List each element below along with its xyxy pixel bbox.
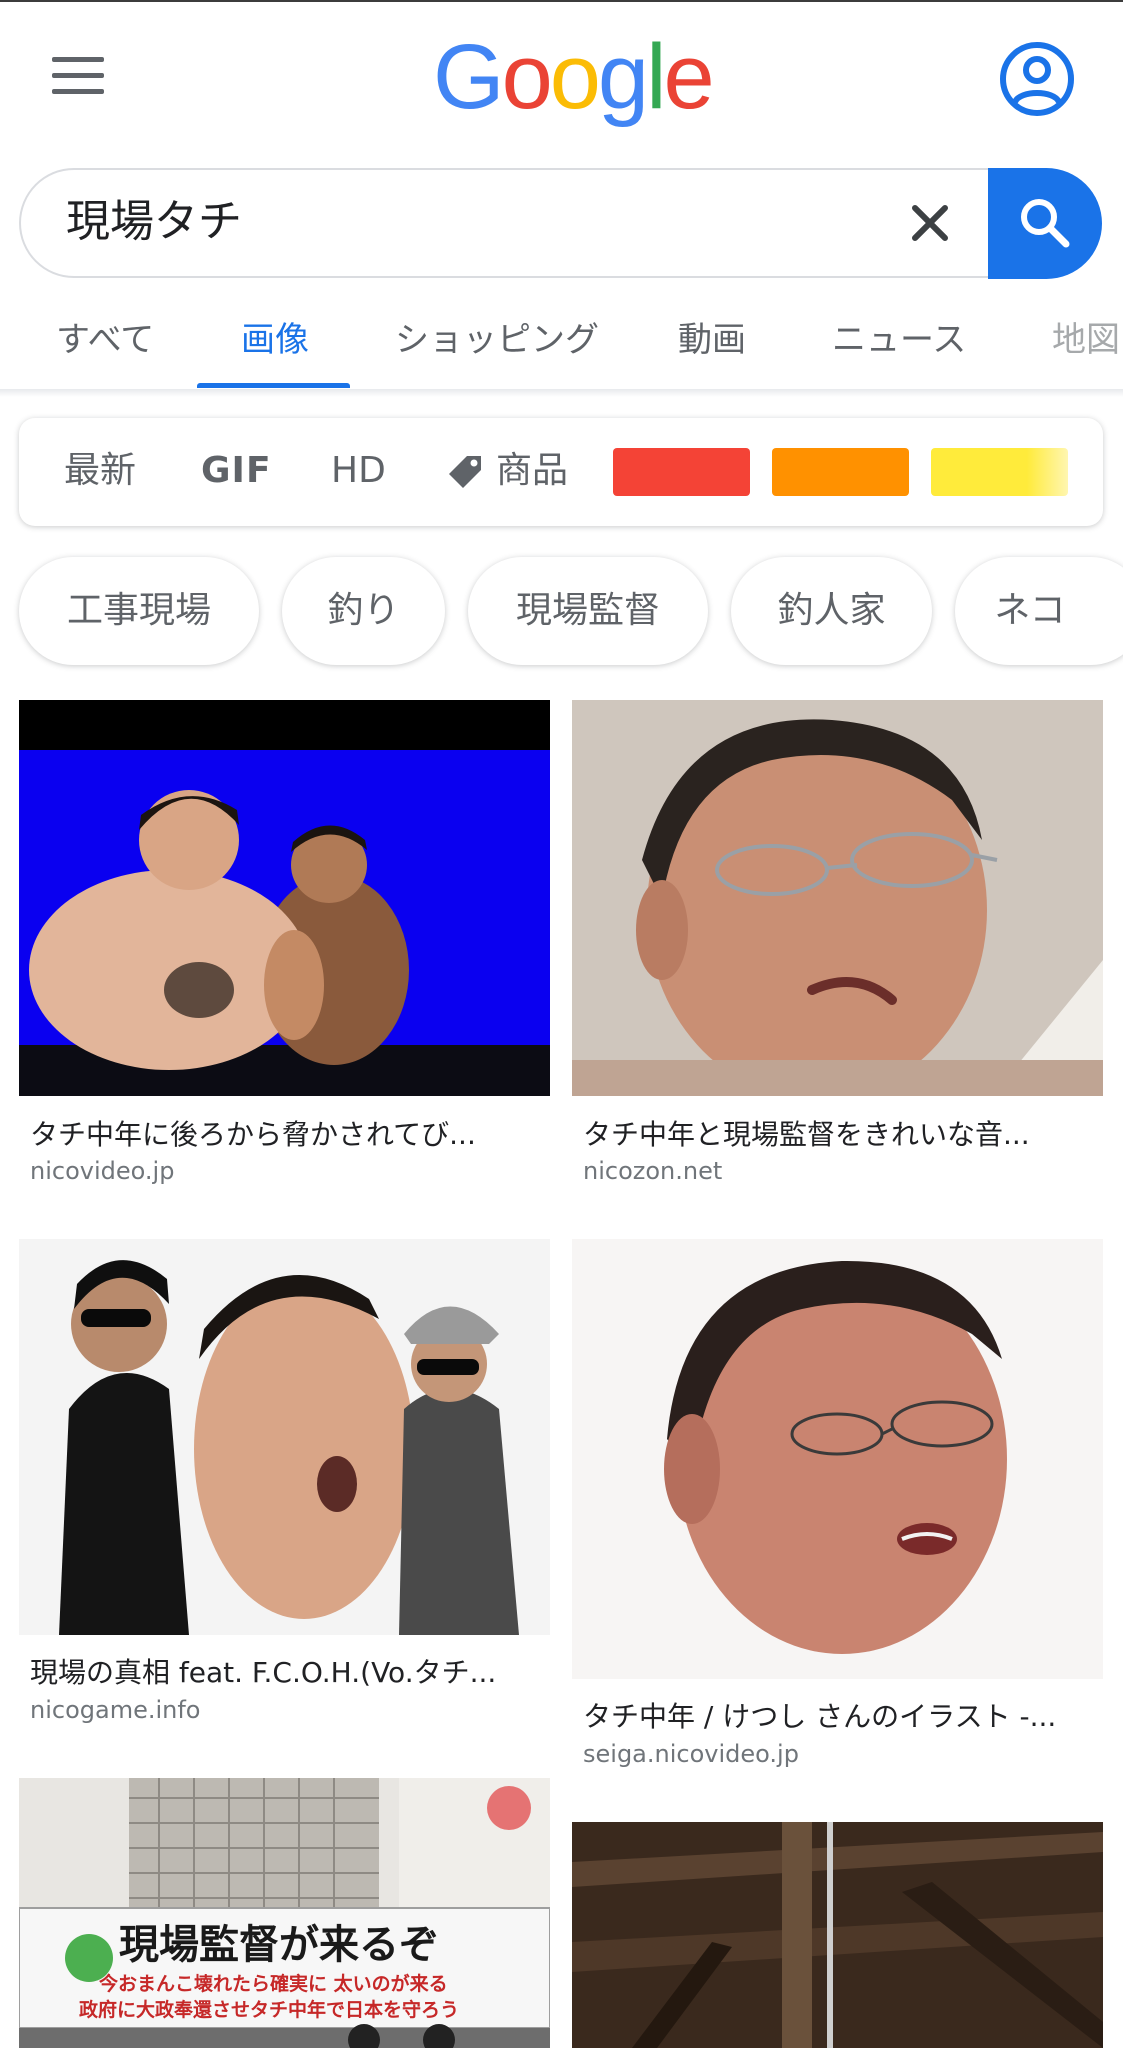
result-domain: nicovideo.jp (30, 1157, 175, 1185)
account-circle-icon[interactable] (998, 40, 1076, 118)
result-title[interactable]: 現場の真相 feat. F.C.O.H.(Vo.タチ... (30, 1651, 496, 1691)
tag-icon (449, 456, 481, 488)
close-icon[interactable] (905, 198, 955, 248)
tab-all[interactable]: すべて (56, 312, 154, 361)
result-title[interactable]: タチ中年 / けつし さんのイラスト -... (583, 1695, 1056, 1735)
result-thumbnail[interactable] (19, 700, 550, 1096)
google-logo[interactable]: Google (433, 22, 715, 132)
result-domain: seiga.nicovideo.jp (583, 1740, 799, 1768)
tab-news[interactable]: ニュース (832, 312, 966, 361)
result-image (572, 1822, 1103, 2048)
color-swatch-red[interactable] (613, 448, 750, 496)
result-title[interactable]: タチ中年に後ろから脅かされてび... (30, 1113, 476, 1153)
result-thumbnail[interactable] (572, 1239, 1103, 1679)
filter-recent[interactable]: 最新 (64, 448, 136, 494)
tab-maps[interactable]: 地図 (1052, 312, 1120, 361)
result-image (572, 700, 1103, 1096)
related-chip[interactable]: 現場監督 (468, 557, 708, 665)
related-chip[interactable]: ネコ (955, 557, 1123, 665)
search-icon (1021, 199, 1070, 248)
result-image (572, 1239, 1103, 1679)
filter-hd[interactable]: HD (331, 448, 386, 494)
filter-gif[interactable]: GIF (201, 448, 272, 494)
related-chip[interactable]: 釣り (282, 557, 445, 665)
result-image (19, 1239, 550, 1635)
tab-videos[interactable]: 動画 (678, 312, 746, 361)
result-thumbnail[interactable] (572, 1822, 1103, 2048)
search-button[interactable] (988, 168, 1102, 279)
filter-products[interactable]: 商品 (496, 448, 568, 494)
hamburger-menu-icon[interactable] (52, 55, 106, 97)
related-chip[interactable]: 釣人家 (731, 557, 932, 665)
truck-line2: 政府に大政奉還させタチ中年で日本を守ろう (79, 1998, 459, 2021)
status-bar-edge (0, 0, 1123, 2)
tabs-divider (0, 389, 1123, 397)
truck-headline: 現場監督が来るぞ (119, 1922, 439, 1968)
tab-shopping[interactable]: ショッピング (395, 312, 599, 361)
search-type-tabs: すべて 画像 ショッピング 動画 ニュース 地図 (0, 300, 1123, 390)
active-tab-indicator (197, 383, 350, 388)
result-thumbnail[interactable]: 現場監督が来るぞ 今おまんこ壊れたら確実に 太いのが来る 政府に大政奉還させタチ… (19, 1778, 550, 2048)
color-swatch-yellow[interactable] (931, 448, 1068, 496)
result-title[interactable]: タチ中年と現場監督をきれいな音... (583, 1113, 1030, 1153)
search-input[interactable]: 現場タチ (66, 192, 242, 252)
result-domain: nicozon.net (583, 1157, 723, 1185)
result-thumbnail[interactable] (19, 1239, 550, 1635)
result-image: 現場監督が来るぞ 今おまんこ壊れたら確実に 太いのが来る 政府に大政奉還させタチ… (19, 1778, 550, 2048)
result-domain: nicogame.info (30, 1696, 201, 1724)
related-chip[interactable]: 工事現場 (19, 557, 259, 665)
result-thumbnail[interactable] (572, 700, 1103, 1096)
image-tools-bar: 最新 GIF HD 商品 (19, 418, 1103, 526)
color-swatch-orange[interactable] (772, 448, 909, 496)
truck-line1: 今おまんこ壊れたら確実に 太いのが来る (98, 1972, 448, 1995)
tab-images[interactable]: 画像 (241, 312, 309, 361)
result-image (19, 700, 550, 1096)
